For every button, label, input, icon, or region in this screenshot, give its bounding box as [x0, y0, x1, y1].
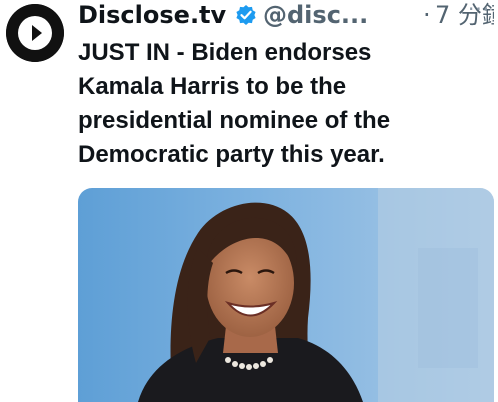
tweet-text: JUST IN - Biden endorses Kamala Harris t…	[78, 36, 488, 172]
separator-dot: ·	[423, 1, 431, 29]
tweet-text-line: presidential nominee of the	[78, 107, 391, 134]
tweet-text-line: JUST IN - Biden endorses	[78, 39, 372, 66]
avatar[interactable]	[6, 4, 64, 62]
tweet-media-photo[interactable]	[78, 188, 494, 402]
author-handle[interactable]: @disc...	[263, 0, 368, 30]
play-logo-icon	[6, 4, 64, 62]
author-name[interactable]: Disclose.tv	[78, 0, 226, 30]
tweet-text-line: Democratic party this year.	[78, 141, 385, 168]
tweet-header: Disclose.tv @disc... · 7 分鐘	[78, 0, 494, 34]
verified-badge-icon	[235, 4, 257, 26]
tweet-card[interactable]: Disclose.tv @disc... · 7 分鐘 ··· JUST IN …	[0, 0, 498, 402]
photo-image	[78, 188, 494, 402]
tweet-text-line: Kamala Harris to be the	[78, 73, 347, 100]
more-options-button[interactable]: ···	[468, 0, 496, 26]
